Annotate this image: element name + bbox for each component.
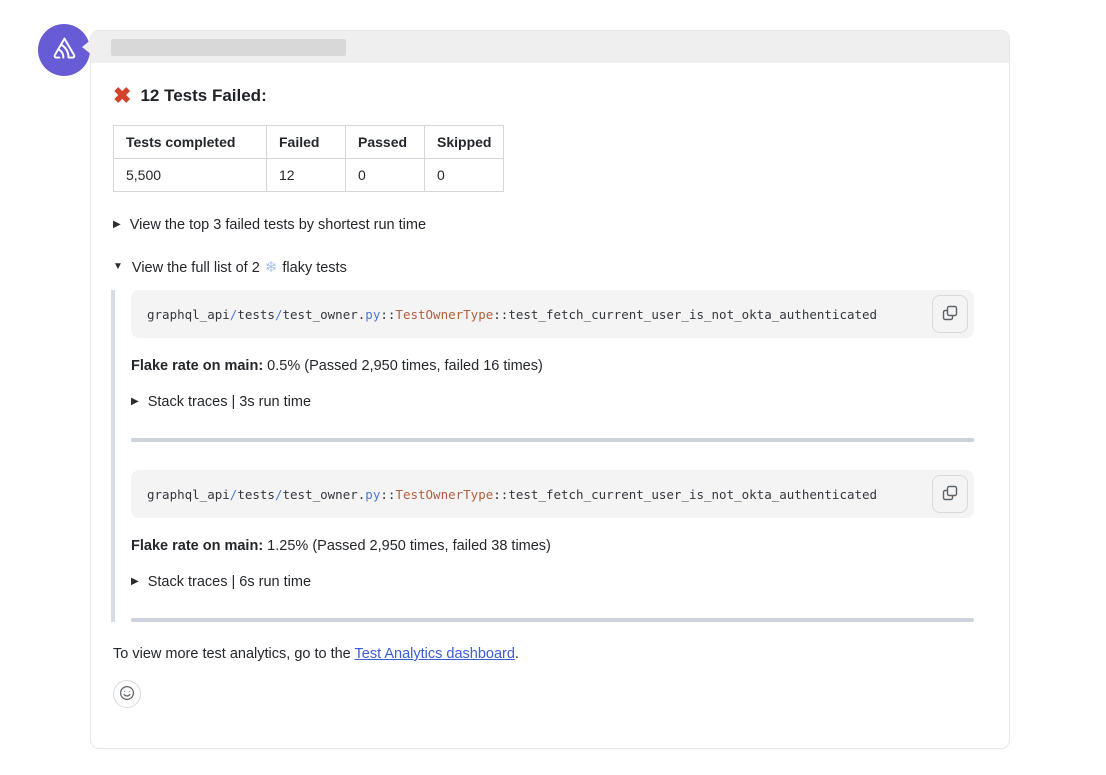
test-path-block: graphql_api/tests/test_owner.py::TestOwn… — [131, 470, 974, 518]
entry-divider — [131, 438, 974, 442]
header-failed: Failed — [267, 126, 346, 159]
stack-traces-toggle[interactable]: ▶ Stack traces | 6s run time — [131, 574, 974, 590]
disclosure-failed-label: View the top 3 failed tests by shortest … — [130, 217, 426, 233]
table-header-row: Tests completed Failed Passed Skipped — [114, 126, 504, 159]
message-header — [91, 31, 1009, 63]
test-path-text: graphql_api/tests/test_owner.py::TestOwn… — [147, 487, 877, 502]
test-path-block: graphql_api/tests/test_owner.py::TestOwn… — [131, 290, 974, 338]
redacted-sender-name — [111, 39, 346, 56]
cell-tests-completed: 5,500 — [114, 159, 267, 192]
message-card: ✖ 12 Tests Failed: Tests completed Faile… — [90, 30, 1010, 749]
chevron-right-icon: ▶ — [113, 220, 121, 230]
speech-bubble-tail — [82, 39, 92, 55]
header-passed: Passed — [346, 126, 425, 159]
cell-passed: 0 — [346, 159, 425, 192]
stack-traces-label: Stack traces | 6s run time — [148, 574, 311, 590]
copy-icon — [942, 305, 958, 324]
entry-divider — [131, 618, 974, 622]
app-logo-icon — [49, 33, 79, 68]
chevron-right-icon: ▶ — [131, 397, 139, 407]
copy-button[interactable] — [932, 475, 968, 513]
chevron-right-icon: ▶ — [131, 577, 139, 587]
title-row: ✖ 12 Tests Failed: — [113, 85, 987, 107]
failed-x-icon: ✖ — [113, 85, 131, 107]
flaky-tests-section: graphql_api/tests/test_owner.py::TestOwn… — [111, 290, 987, 622]
snowflake-icon: ❄ — [265, 259, 278, 276]
flake-rate-line: Flake rate on main: 0.5% (Passed 2,950 t… — [131, 358, 974, 374]
cell-failed: 12 — [267, 159, 346, 192]
header-skipped: Skipped — [425, 126, 504, 159]
cell-skipped: 0 — [425, 159, 504, 192]
smiley-icon — [119, 685, 135, 704]
footer-text: To view more test analytics, go to the T… — [113, 646, 987, 662]
tests-failed-title: 12 Tests Failed: — [140, 86, 266, 106]
flake-rate-line: Flake rate on main: 1.25% (Passed 2,950 … — [131, 538, 974, 554]
copy-icon — [942, 485, 958, 504]
add-reaction-button[interactable] — [113, 680, 141, 708]
disclosure-flaky-label: View the full list of 2❄flaky tests — [132, 258, 347, 276]
table-row: 5,500 12 0 0 — [114, 159, 504, 192]
flaky-test-entry: graphql_api/tests/test_owner.py::TestOwn… — [131, 470, 974, 590]
stack-traces-label: Stack traces | 3s run time — [148, 394, 311, 410]
disclosure-flaky-tests[interactable]: ▼ View the full list of 2❄flaky tests — [113, 258, 987, 276]
header-tests-completed: Tests completed — [114, 126, 267, 159]
message-body: ✖ 12 Tests Failed: Tests completed Faile… — [91, 63, 1009, 748]
disclosure-top-failed-tests[interactable]: ▶ View the top 3 failed tests by shortes… — [113, 217, 987, 233]
flaky-test-entry: graphql_api/tests/test_owner.py::TestOwn… — [131, 290, 974, 410]
test-path-text: graphql_api/tests/test_owner.py::TestOwn… — [147, 307, 877, 322]
test-analytics-dashboard-link[interactable]: Test Analytics dashboard — [355, 646, 515, 662]
stack-traces-toggle[interactable]: ▶ Stack traces | 3s run time — [131, 394, 974, 410]
chevron-down-icon: ▼ — [113, 262, 123, 272]
copy-button[interactable] — [932, 295, 968, 333]
test-summary-table: Tests completed Failed Passed Skipped 5,… — [113, 125, 504, 192]
